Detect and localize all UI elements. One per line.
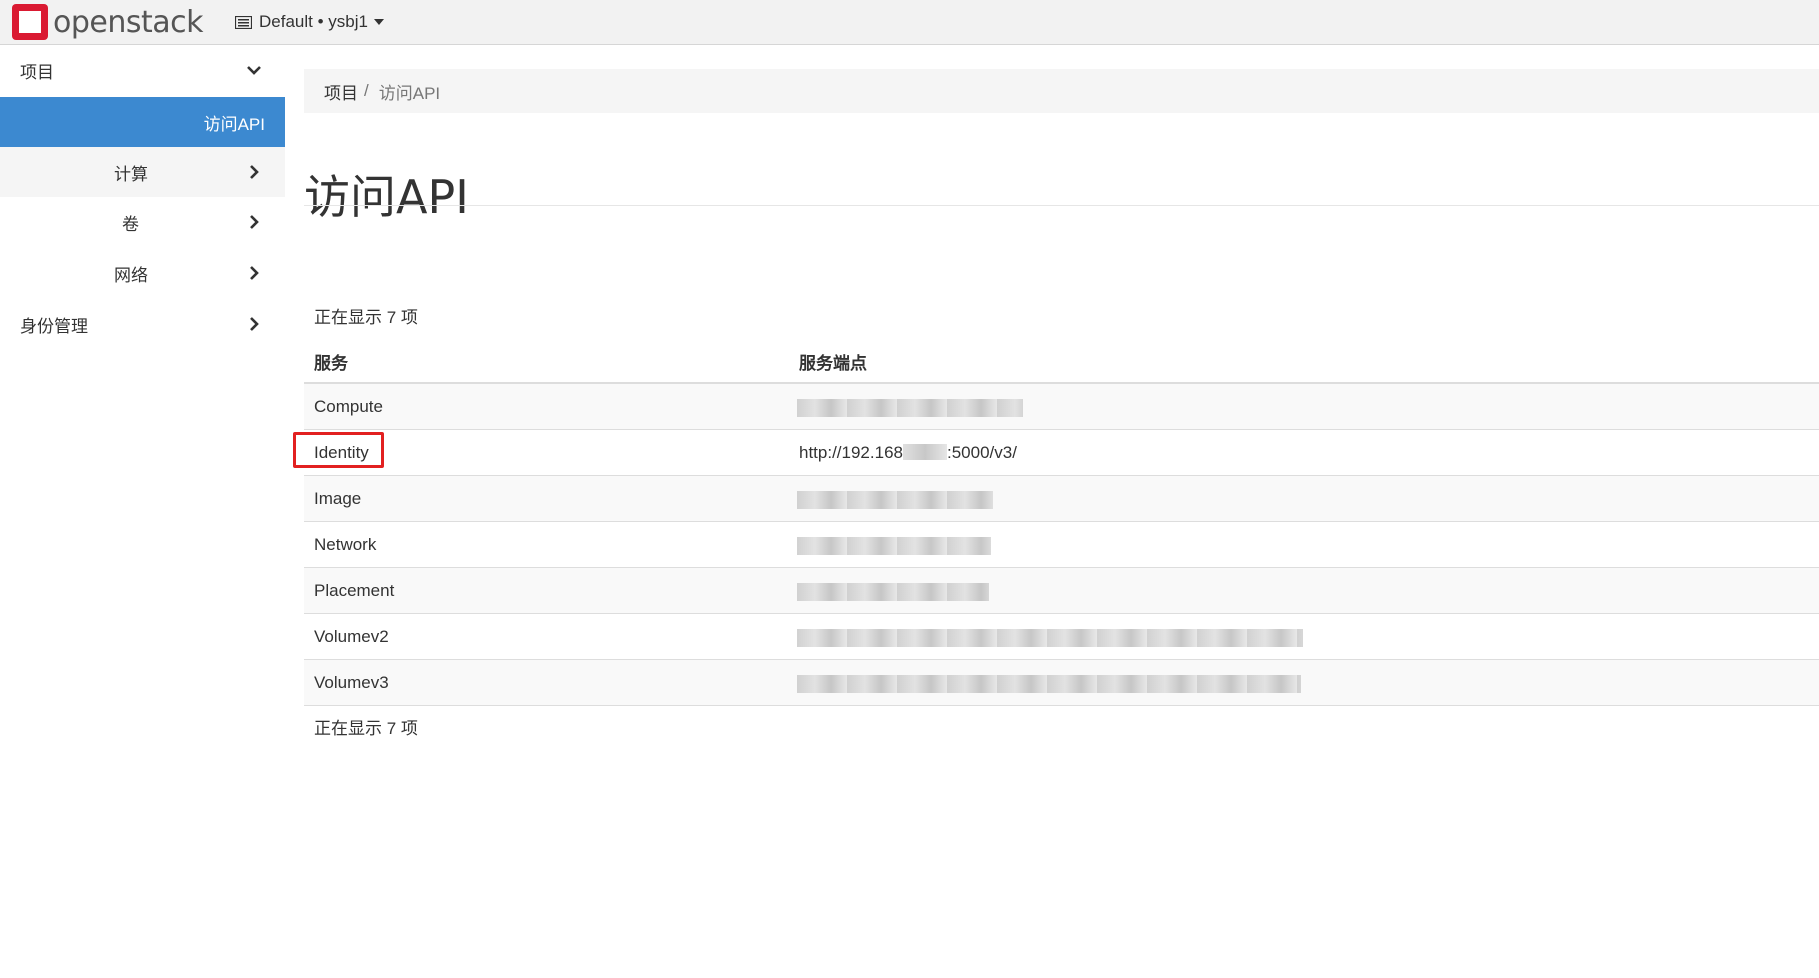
title-divider <box>304 205 1819 206</box>
endpoint-url: http://192.168 :5000/v3/ <box>799 443 1017 463</box>
redacted-endpoint <box>797 675 1301 693</box>
openstack-logo[interactable]: openstack <box>12 2 204 42</box>
redacted-endpoint <box>797 537 991 555</box>
sidebar-item-project[interactable]: 项目 <box>0 45 285 95</box>
highlight-annotation-box <box>293 432 384 468</box>
sidebar: 项目 访问API 计算 卷 网络 身份管理 <box>0 45 285 978</box>
project-list-icon <box>235 15 252 29</box>
service-name: Image <box>314 489 362 508</box>
table-row: Volumev3 <box>304 660 1819 706</box>
table-row: Volumev2 <box>304 614 1819 660</box>
redacted-ip-segment <box>902 444 947 460</box>
redacted-endpoint <box>797 629 1303 647</box>
table-header: 服务 服务端点 <box>304 337 1819 384</box>
project-switcher-label: Default • ysbj1 <box>259 12 368 31</box>
sidebar-item-label: 卷 <box>122 214 139 234</box>
redacted-endpoint <box>797 491 993 509</box>
sidebar-item-volume[interactable]: 卷 <box>0 197 285 247</box>
chevron-right-icon <box>250 215 259 229</box>
chevron-right-icon <box>250 165 259 179</box>
table-row: Network <box>304 522 1819 568</box>
table-row: Identity http://192.168:5000/v3/ <box>304 430 1819 476</box>
chevron-right-icon <box>250 266 259 280</box>
sidebar-item-label: 身份管理 <box>20 316 88 336</box>
sidebar-item-identity[interactable]: 身份管理 <box>0 299 285 349</box>
service-name: Network <box>314 535 377 554</box>
breadcrumb-current: 访问API <box>378 83 441 103</box>
table-row: Image <box>304 476 1819 522</box>
openstack-logo-icon <box>12 4 48 40</box>
service-name: Compute <box>314 397 383 416</box>
column-header-endpoint[interactable]: 服务端点 <box>799 349 867 374</box>
item-count-top: 正在显示 7 项 <box>314 308 418 327</box>
sidebar-item-label: 计算 <box>114 164 148 184</box>
top-navbar: openstack Default • ysbj1 <box>0 0 1819 45</box>
service-name: Volumev2 <box>314 627 389 646</box>
redacted-endpoint <box>797 583 989 601</box>
project-switcher[interactable]: Default • ysbj1 <box>235 10 384 34</box>
breadcrumb: 项目 / 访问API <box>304 69 1819 113</box>
breadcrumb-project-link[interactable]: 项目 <box>324 79 358 104</box>
brand-name: openstack <box>53 4 204 40</box>
table-row: Placement <box>304 568 1819 614</box>
sidebar-item-network[interactable]: 网络 <box>0 248 285 298</box>
sidebar-item-label: 访问API <box>203 114 265 134</box>
breadcrumb-separator: / <box>364 81 369 100</box>
chevron-down-icon <box>247 66 261 75</box>
sidebar-item-access-api[interactable]: 访问API <box>0 97 285 147</box>
item-count-bottom: 正在显示 7 项 <box>314 719 418 738</box>
api-endpoints-table: 服务 服务端点 Compute Identity http://192.168:… <box>304 337 1819 706</box>
chevron-right-icon <box>250 317 259 331</box>
sidebar-item-label: 网络 <box>114 265 148 285</box>
page-title: 访问API <box>304 169 469 224</box>
endpoint-url-suffix: :5000/v3/ <box>946 443 1017 462</box>
caret-down-icon <box>373 19 384 25</box>
sidebar-item-compute[interactable]: 计算 <box>0 147 285 197</box>
service-name: Placement <box>314 581 395 600</box>
service-name: Volumev3 <box>314 673 389 692</box>
redacted-endpoint <box>797 399 1023 417</box>
sidebar-item-label: 项目 <box>20 62 54 82</box>
endpoint-url-prefix: http://192.168 <box>799 443 903 462</box>
column-header-service[interactable]: 服务 <box>314 349 348 374</box>
table-row: Compute <box>304 384 1819 430</box>
